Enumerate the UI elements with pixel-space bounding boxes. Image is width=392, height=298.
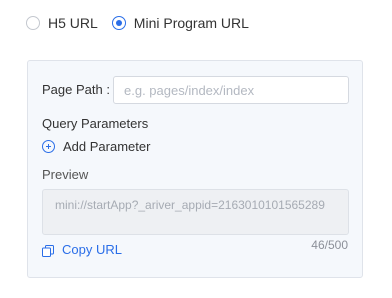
copy-icon	[42, 244, 54, 257]
radio-button-mini-program-url[interactable]	[111, 16, 126, 30]
radio-option-mini-program-url[interactable]: Mini Program URL	[111, 15, 249, 31]
page-path-label: Page Path :	[42, 82, 110, 97]
radio-label-mini-program-url: Mini Program URL	[133, 15, 249, 31]
url-config-widget: H5 URL Mini Program URL Page Path : Quer…	[0, 0, 392, 298]
add-parameter-label: Add Parameter	[63, 139, 151, 154]
plus-circle-icon	[42, 140, 55, 153]
copy-url-button[interactable]: Copy URL	[42, 242, 122, 257]
mini-program-settings-panel: Page Path : Query Parameters Add Paramet…	[27, 60, 363, 278]
add-parameter-button[interactable]: Add Parameter	[42, 139, 150, 154]
copy-url-label: Copy URL	[62, 242, 122, 257]
radio-option-h5-url[interactable]: H5 URL	[26, 15, 98, 31]
url-type-radio-group: H5 URL Mini Program URL	[26, 12, 263, 34]
preview-character-count: 46/500	[311, 238, 348, 252]
query-parameters-label: Query Parameters	[42, 116, 149, 131]
radio-label-h5-url: H5 URL	[48, 15, 98, 31]
page-path-input[interactable]	[113, 76, 349, 104]
preview-label: Preview	[42, 167, 89, 182]
radio-button-h5-url[interactable]	[26, 16, 40, 30]
preview-text-box: mini://startApp?_ariver_appid=2163010101…	[42, 189, 349, 235]
